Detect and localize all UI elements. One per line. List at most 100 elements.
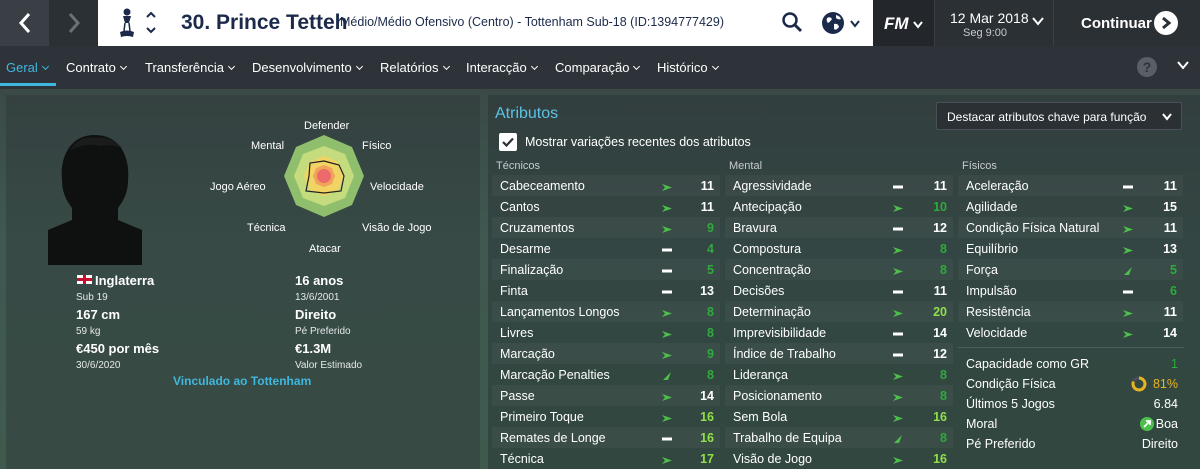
radar-label-bottom: Atacar <box>309 243 341 255</box>
attribute-row[interactable]: Velocidade 14 <box>958 322 1183 343</box>
player-name: 30. Prince Tetteh <box>181 11 348 34</box>
attribute-row[interactable]: Técnica 17 <box>492 448 720 469</box>
attribute-row[interactable]: Visão de Jogo 16 <box>725 448 953 469</box>
age: 16 anos <box>295 273 344 288</box>
highlight-role-select[interactable]: Destacar atributos chave para função <box>936 102 1182 130</box>
tab-geral[interactable]: Geral <box>6 60 49 75</box>
attribute-name: Técnica <box>500 452 544 466</box>
attribute-row[interactable]: Passe 14 <box>492 385 720 406</box>
tab-relatorios[interactable]: Relatórios <box>380 60 450 75</box>
attribute-row[interactable]: Posicionamento 8 <box>725 385 953 406</box>
attribute-row[interactable]: Decisões 11 <box>725 280 953 301</box>
attribute-name: Determinação <box>733 305 811 319</box>
trend-up-icon <box>1123 202 1133 216</box>
stat-label: Capacidade como GR <box>966 357 1089 371</box>
column-header-fisicos: Físicos <box>962 160 997 172</box>
stat-label: Condição Física <box>966 377 1056 391</box>
attribute-row[interactable]: Antecipação 10 <box>725 196 953 217</box>
attribute-row[interactable]: Finta 13 <box>492 280 720 301</box>
attribute-row[interactable]: Finalização 5 <box>492 259 720 280</box>
arrow-right-icon <box>1154 11 1178 35</box>
trend-upbig-icon <box>1123 265 1133 279</box>
attribute-row[interactable]: Aceleração 11 <box>958 175 1183 196</box>
search-icon[interactable] <box>781 11 803 33</box>
attributes-column-tecnicos: Cabeceamento 11 Cantos 11 Cruzamentos 9 Desarm… <box>492 175 720 469</box>
trend-up-icon <box>662 202 672 216</box>
attribute-value: 11 <box>1163 305 1177 319</box>
attribute-value: 15 <box>1163 200 1177 214</box>
attribute-row[interactable]: Cantos 11 <box>492 196 720 217</box>
attribute-row[interactable]: Trabalho de Equipa 8 <box>725 427 953 448</box>
trend-up-icon <box>893 412 903 426</box>
attribute-row[interactable]: Determinação 20 <box>725 301 953 322</box>
tab-interaccao[interactable]: Interacção <box>466 60 538 75</box>
trend-up-icon <box>662 391 672 405</box>
attribute-row[interactable]: Desarme 4 <box>492 238 720 259</box>
attribute-row[interactable]: Agressividade 11 <box>725 175 953 196</box>
tab-desenvolvimento[interactable]: Desenvolvimento <box>252 60 363 75</box>
attribute-value: 11 <box>1163 179 1177 193</box>
player-silhouette-icon <box>48 135 142 265</box>
continue-button[interactable]: Continuar <box>1054 0 1200 46</box>
chevron-down-icon <box>850 20 860 28</box>
value: €1.3M <box>295 341 332 356</box>
attribute-row[interactable]: Remates de Longe 16 <box>492 427 720 448</box>
active-tab-indicator <box>0 83 56 86</box>
attribute-row[interactable]: Impulsão 6 <box>958 280 1183 301</box>
attribute-row[interactable]: Compostura 8 <box>725 238 953 259</box>
trend-up-icon <box>893 454 903 468</box>
globe-menu-button[interactable] <box>821 10 863 36</box>
help-icon[interactable]: ? <box>1137 57 1157 77</box>
affiliation-link[interactable]: Vinculado ao Tottenham <box>173 374 311 388</box>
back-button[interactable] <box>0 0 49 46</box>
attribute-row[interactable]: Força 5 <box>958 259 1183 280</box>
attribute-value: 12 <box>933 221 947 235</box>
attribute-name: Bravura <box>733 221 777 235</box>
attribute-name: Visão de Jogo <box>733 452 812 466</box>
tab-transferencia[interactable]: Transferência <box>145 60 236 75</box>
morale-up-icon <box>1140 417 1154 431</box>
attribute-value: 9 <box>707 221 714 235</box>
attribute-row[interactable]: Índice de Trabalho 12 <box>725 343 953 364</box>
attribute-row[interactable]: Sem Bola 16 <box>725 406 953 427</box>
attribute-row[interactable]: Liderança 8 <box>725 364 953 385</box>
attribute-row[interactable]: Cruzamentos 9 <box>492 217 720 238</box>
attribute-row[interactable]: Bravura 12 <box>725 217 953 238</box>
tab-historico[interactable]: Histórico <box>657 60 719 75</box>
attribute-row[interactable]: Livres 8 <box>492 322 720 343</box>
attribute-row[interactable]: Marcação Penalties 8 <box>492 364 720 385</box>
attribute-name: Decisões <box>733 284 785 298</box>
attribute-value: 8 <box>940 389 947 403</box>
tab-contrato[interactable]: Contrato <box>66 60 127 75</box>
checkmark-icon <box>502 137 514 147</box>
attribute-value: 8 <box>940 431 947 445</box>
attribute-name: Finta <box>500 284 528 298</box>
attribute-row[interactable]: Imprevisibilidade 14 <box>725 322 953 343</box>
date-menu-button[interactable]: 12 Mar 2018 Seg 9:00 <box>934 0 1054 46</box>
attribute-row[interactable]: Agilidade 15 <box>958 196 1183 217</box>
attribute-row[interactable]: Cabeceamento 11 <box>492 175 720 196</box>
attribute-row[interactable]: Concentração 8 <box>725 259 953 280</box>
flag-england-icon <box>77 275 92 284</box>
attribute-value: 11 <box>1163 221 1177 235</box>
player-subtitle: Médio/Médio Ofensivo (Centro) - Tottenha… <box>340 15 725 29</box>
column-header-tecnicos: Técnicos <box>496 160 541 172</box>
attribute-row[interactable]: Lançamentos Longos 8 <box>492 301 720 322</box>
attribute-name: Equilíbrio <box>966 242 1019 256</box>
sort-arrows-icon[interactable] <box>145 8 157 38</box>
attribute-name: Sem Bola <box>733 410 788 424</box>
attribute-row[interactable]: Equilíbrio 13 <box>958 238 1183 259</box>
attribute-value: 8 <box>940 242 947 256</box>
chevron-down-icon[interactable] <box>1177 61 1189 70</box>
fm-menu-button[interactable]: FM <box>884 14 923 34</box>
attribute-value: 8 <box>707 305 714 319</box>
attribute-name: Concentração <box>733 263 811 277</box>
tab-comparacao[interactable]: Comparação <box>555 60 641 75</box>
attribute-row[interactable]: Condição Física Natural 11 <box>958 217 1183 238</box>
trend-upbig-icon <box>662 370 672 384</box>
attribute-row[interactable]: Primeiro Toque 16 <box>492 406 720 427</box>
show-changes-checkbox[interactable] <box>499 133 517 151</box>
attribute-row[interactable]: Marcação 9 <box>492 343 720 364</box>
attribute-row[interactable]: Resistência 11 <box>958 301 1183 322</box>
forward-button[interactable] <box>49 0 98 46</box>
